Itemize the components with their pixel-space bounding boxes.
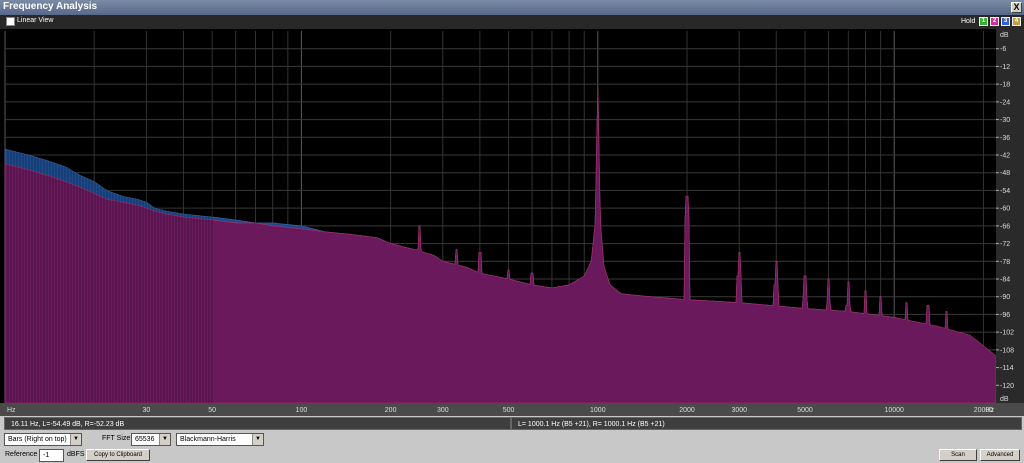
chevron-down-icon: ▼: [252, 434, 263, 445]
y-tick-label: -18: [1000, 82, 1010, 89]
x-tick-label: 30: [143, 407, 151, 414]
spectrum-area-right: [4, 89, 997, 404]
x-tick-label: 3000: [731, 407, 747, 414]
x-tick-label: 500: [503, 407, 515, 414]
status-peak: L= 1000.1 Hz (B5 +21), R= 1000.1 Hz (B5 …: [511, 417, 1022, 430]
display-mode-value: Bars (Right on top): [8, 436, 67, 443]
window-title: Frequency Analysis: [3, 1, 98, 12]
y-tick-label: -96: [1000, 312, 1010, 319]
fft-size-label: FFT Size: [102, 435, 131, 442]
y-tick-label: -24: [1000, 99, 1010, 106]
y-tick-label: -48: [1000, 170, 1010, 177]
y-tick-label: -78: [1000, 259, 1010, 266]
hold-button-1[interactable]: 1: [979, 17, 988, 26]
hold-button-3[interactable]: 3: [1001, 17, 1010, 26]
y-tick-label: -42: [1000, 153, 1010, 160]
plot-toolbar: Linear View Hold 1 2 3 4: [0, 15, 1024, 29]
scan-button[interactable]: Scan: [939, 449, 977, 461]
copy-to-clipboard-button[interactable]: Copy to Clipboard: [86, 449, 150, 461]
y-tick-label: -66: [1000, 223, 1010, 230]
x-tick-label: 200: [385, 407, 397, 414]
x-tick-label: 100: [296, 407, 308, 414]
y-tick-label: -60: [1000, 206, 1010, 213]
reference-input[interactable]: -1: [39, 449, 64, 462]
chevron-down-icon: ▼: [159, 434, 170, 445]
y-tick-label: -120: [1000, 383, 1014, 390]
y-tick-label: -54: [1000, 188, 1010, 195]
hold-button-2[interactable]: 2: [990, 17, 999, 26]
y-tick-label: -12: [1000, 64, 1010, 71]
hold-label: Hold: [961, 18, 976, 25]
y-tick-label: -90: [1000, 294, 1010, 301]
close-button[interactable]: X: [1011, 2, 1022, 13]
y-tick-label: -30: [1000, 117, 1010, 124]
spectrum-plot[interactable]: Hz 30 50 100 200 300 500 1000 2000 3000 5000 10000 2…: [0, 29, 1024, 416]
title-bar: Frequency Analysis X: [0, 0, 1024, 15]
y-tick-label: -114: [1000, 365, 1014, 372]
y-tick-label: -84: [1000, 277, 1010, 284]
x-tick-label: Hz: [7, 407, 16, 414]
linear-view-label: Linear View: [17, 17, 54, 24]
y-tick-label: -108: [1000, 347, 1014, 354]
window-function-select[interactable]: Blackmann-Harris ▼: [176, 433, 264, 446]
y-axis-bottom-label: dB: [1000, 396, 1009, 403]
display-mode-select[interactable]: Bars (Right on top) ▼: [4, 433, 82, 446]
spectrum-chart[interactable]: Hz 30 50 100 200 300 500 1000 2000 3000 5000 10000 2…: [0, 29, 1024, 416]
hold-button-4[interactable]: 4: [1012, 17, 1021, 26]
y-tick-label: -36: [1000, 135, 1010, 142]
advanced-button[interactable]: Advanced: [980, 449, 1020, 461]
y-tick-label: -102: [1000, 330, 1014, 337]
x-tick-label: 2000: [679, 407, 695, 414]
x-tick-label: 300: [437, 407, 449, 414]
reference-label: Reference: [5, 451, 38, 458]
x-tick-label: 5000: [797, 407, 813, 414]
x-tick-label: 50: [208, 407, 216, 414]
fft-size-value: 65536: [135, 436, 155, 443]
fft-size-select[interactable]: 65536 ▼: [131, 433, 171, 446]
x-tick-label: 1000: [590, 407, 606, 414]
y-tick-label: -72: [1000, 241, 1010, 248]
y-axis-top-label: dB: [1000, 32, 1009, 39]
x-axis-unit-label: Hz: [985, 407, 994, 414]
chevron-down-icon: ▼: [70, 434, 81, 445]
status-cursor-left: 16.11 Hz, L=-54.49 dB, R=-52.23 dB: [4, 417, 511, 430]
window-function-value: Blackmann-Harris: [180, 436, 236, 443]
y-tick-label: -6: [1000, 46, 1006, 53]
dbfs-label: dBFS: [67, 451, 85, 458]
linear-view-checkbox[interactable]: [6, 17, 15, 26]
x-tick-label: 10000: [884, 407, 904, 414]
